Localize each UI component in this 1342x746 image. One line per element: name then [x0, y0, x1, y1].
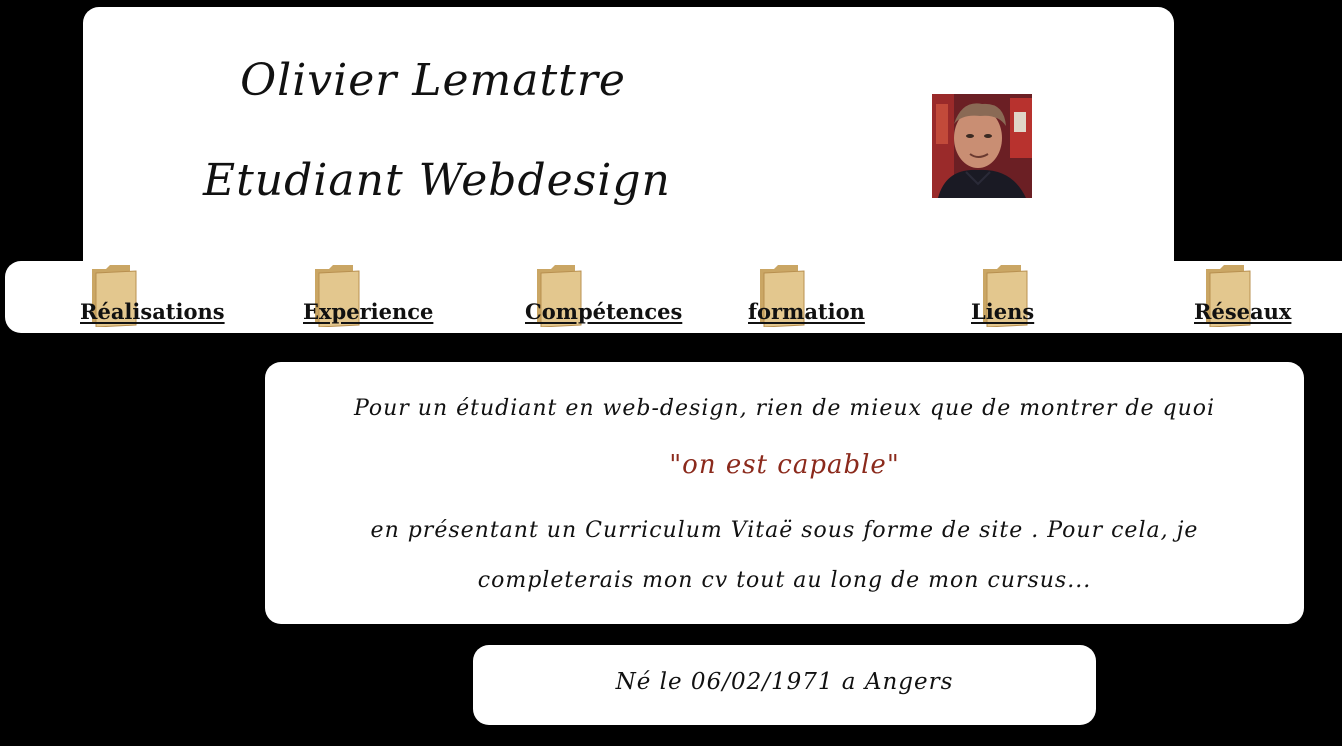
intro-card: Pour un étudiant en web-design, rien de … — [265, 362, 1304, 624]
site-owner-name: Olivier Lemattre — [240, 55, 626, 106]
nav-label-formation[interactable]: formation — [748, 299, 865, 324]
avatar — [932, 94, 1032, 198]
nav-label-experience[interactable]: Experience — [303, 299, 433, 324]
nav-label-competences[interactable]: Compétences — [525, 299, 682, 324]
nav-item-competences[interactable]: Compétences — [525, 261, 695, 333]
page: Olivier Lemattre Etudiant Webdesign Réal… — [0, 0, 1342, 746]
main-navigation: Réalisations Experience Compétences form… — [5, 261, 1342, 333]
nav-item-realisations[interactable]: Réalisations — [80, 261, 240, 333]
birth-info: Né le 06/02/1971 a Angers — [615, 669, 954, 695]
nav-item-experience[interactable]: Experience — [303, 261, 453, 333]
site-subtitle: Etudiant Webdesign — [203, 155, 671, 206]
intro-text-line: Pour un étudiant en web-design, rien de … — [353, 396, 1216, 421]
nav-item-formation[interactable]: formation — [748, 261, 888, 333]
intro-highlight: "on est capable" — [669, 450, 900, 480]
nav-item-liens[interactable]: Liens — [971, 261, 1071, 333]
profile-photo-icon — [932, 94, 1032, 198]
header-card: Olivier Lemattre Etudiant Webdesign — [83, 7, 1174, 277]
nav-item-reseaux[interactable]: Réseaux — [1194, 261, 1314, 333]
nav-label-realisations[interactable]: Réalisations — [80, 299, 225, 324]
nav-label-liens[interactable]: Liens — [971, 299, 1034, 324]
birth-card: Né le 06/02/1971 a Angers — [473, 645, 1096, 725]
nav-label-reseaux[interactable]: Réseaux — [1194, 299, 1291, 324]
intro-text-paragraph: en présentant un Curriculum Vitaë sous f… — [370, 518, 1199, 593]
